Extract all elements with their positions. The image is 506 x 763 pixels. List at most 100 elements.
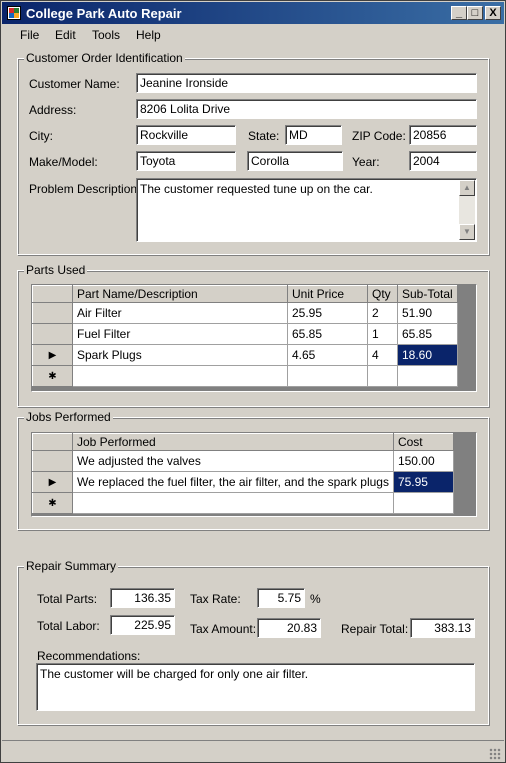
new-row-asterisk-icon[interactable]: ✱ xyxy=(32,492,73,514)
customer-group-legend: Customer Order Identification xyxy=(24,51,185,65)
total-labor-field[interactable]: 225.95 xyxy=(110,615,175,635)
close-button[interactable]: X xyxy=(485,6,501,20)
row-header[interactable] xyxy=(32,302,73,324)
state-label: State: xyxy=(248,129,280,143)
address-field[interactable]: 8206 Lolita Drive xyxy=(136,99,477,119)
empty-cell[interactable] xyxy=(392,492,454,514)
recommendations-field[interactable]: The customer will be charged for only on… xyxy=(36,663,475,711)
year-label: Year: xyxy=(352,155,380,169)
job-cell[interactable]: We adjusted the valves xyxy=(72,450,394,472)
zip-field[interactable]: 20856 xyxy=(409,125,477,145)
title-bar[interactable]: College Park Auto Repair _ □ X xyxy=(2,2,504,24)
table-row[interactable]: ▶ Spark Plugs 4.65 4 18.60 xyxy=(32,344,458,366)
parts-col-qty[interactable]: Qty xyxy=(367,285,398,303)
problem-scrollbar[interactable]: ▲ ▼ xyxy=(459,180,475,240)
jobs-col-job[interactable]: Job Performed xyxy=(72,433,394,451)
unit-price-cell[interactable]: 25.95 xyxy=(287,302,368,324)
table-row[interactable]: ▶ We replaced the fuel filter, the air f… xyxy=(32,471,454,493)
app-icon[interactable] xyxy=(7,6,21,20)
row-header[interactable] xyxy=(32,450,73,472)
subtotal-cell-selected[interactable]: 18.60 xyxy=(397,344,458,366)
menu-tools[interactable]: Tools xyxy=(92,28,120,42)
customer-name-field[interactable]: Jeanine Ironside xyxy=(136,73,477,93)
part-name-cell[interactable]: Air Filter xyxy=(72,302,288,324)
status-bar xyxy=(2,740,504,763)
parts-grid[interactable]: Part Name/Description Unit Price Qty Sub… xyxy=(31,284,477,392)
current-row-arrow-icon[interactable]: ▶ xyxy=(32,471,73,493)
parts-col-subtotal[interactable]: Sub-Total xyxy=(397,285,458,303)
qty-cell[interactable]: 1 xyxy=(367,323,398,345)
parts-col-price[interactable]: Unit Price xyxy=(287,285,368,303)
make-field[interactable]: Toyota xyxy=(136,151,236,171)
qty-cell[interactable]: 2 xyxy=(367,302,398,324)
menu-bar: File Edit Tools Help xyxy=(2,25,504,45)
city-label: City: xyxy=(29,129,53,143)
empty-cell[interactable] xyxy=(72,492,394,514)
unit-price-cell[interactable]: 65.85 xyxy=(287,323,368,345)
recommendations-label: Recommendations: xyxy=(37,649,141,663)
total-labor-label: Total Labor: xyxy=(37,619,100,633)
main-window: College Park Auto Repair _ □ X File Edit… xyxy=(0,0,506,763)
current-row-arrow-icon[interactable]: ▶ xyxy=(32,344,73,366)
city-field[interactable]: Rockville xyxy=(136,125,236,145)
minimize-button[interactable]: _ xyxy=(451,6,467,20)
table-row[interactable]: We adjusted the valves 150.00 xyxy=(32,450,454,472)
repair-summary-legend: Repair Summary xyxy=(24,559,119,573)
qty-cell[interactable]: 4 xyxy=(367,344,398,366)
table-row[interactable]: Fuel Filter 65.85 1 65.85 xyxy=(32,323,458,345)
empty-cell[interactable] xyxy=(287,365,368,387)
parts-header-row: Part Name/Description Unit Price Qty Sub… xyxy=(32,285,458,303)
percent-label: % xyxy=(310,592,321,606)
jobs-col-cost[interactable]: Cost xyxy=(392,433,454,451)
menu-help[interactable]: Help xyxy=(136,28,161,42)
total-parts-field[interactable]: 136.35 xyxy=(110,588,175,608)
tax-amount-label: Tax Amount: xyxy=(190,622,257,636)
state-field[interactable]: MD xyxy=(285,125,342,145)
zip-label: ZIP Code: xyxy=(352,129,406,143)
menu-file[interactable]: File xyxy=(20,28,39,42)
jobs-corner-header xyxy=(32,433,73,451)
new-row-asterisk-icon[interactable]: ✱ xyxy=(32,365,73,387)
part-name-cell[interactable]: Fuel Filter xyxy=(72,323,288,345)
new-row[interactable]: ✱ xyxy=(32,365,458,387)
problem-description-label: Problem Description: xyxy=(29,182,141,196)
tax-amount-field[interactable]: 20.83 xyxy=(257,618,321,638)
repair-total-label: Repair Total: xyxy=(341,622,409,636)
scroll-down-arrow-icon[interactable]: ▼ xyxy=(459,224,475,240)
jobs-header-row: Job Performed Cost xyxy=(32,433,454,451)
parts-corner-header xyxy=(32,285,73,303)
resize-grip-icon[interactable] xyxy=(489,748,501,760)
tax-rate-label: Tax Rate: xyxy=(190,592,241,606)
tax-rate-field[interactable]: 5.75 xyxy=(257,588,305,608)
menu-edit[interactable]: Edit xyxy=(55,28,76,42)
unit-price-cell[interactable]: 4.65 xyxy=(287,344,368,366)
repair-total-field[interactable]: 383.13 xyxy=(410,618,475,638)
empty-cell[interactable] xyxy=(72,365,288,387)
total-parts-label: Total Parts: xyxy=(37,592,98,606)
subtotal-cell[interactable]: 51.90 xyxy=(397,302,458,324)
problem-description-text: The customer requested tune up on the ca… xyxy=(140,182,373,196)
model-field[interactable]: Corolla xyxy=(247,151,343,171)
parts-col-name[interactable]: Part Name/Description xyxy=(72,285,288,303)
empty-cell[interactable] xyxy=(397,365,458,387)
problem-description-field[interactable]: The customer requested tune up on the ca… xyxy=(136,178,477,242)
row-header[interactable] xyxy=(32,323,73,345)
table-row[interactable]: Air Filter 25.95 2 51.90 xyxy=(32,302,458,324)
jobs-grid[interactable]: Job Performed Cost We adjusted the valve… xyxy=(31,432,477,517)
cost-cell[interactable]: 150.00 xyxy=(392,450,454,472)
parts-group-legend: Parts Used xyxy=(24,263,88,277)
customer-name-label: Customer Name: xyxy=(29,77,120,91)
window-title: College Park Auto Repair xyxy=(26,6,182,21)
job-cell[interactable]: We replaced the fuel filter, the air fil… xyxy=(72,471,394,493)
empty-cell[interactable] xyxy=(367,365,398,387)
new-row[interactable]: ✱ xyxy=(32,492,454,514)
maximize-button[interactable]: □ xyxy=(467,6,483,20)
subtotal-cell[interactable]: 65.85 xyxy=(397,323,458,345)
cost-cell-selected[interactable]: 75.95 xyxy=(392,471,454,493)
make-model-label: Make/Model: xyxy=(29,155,98,169)
scroll-up-arrow-icon[interactable]: ▲ xyxy=(459,180,475,196)
address-label: Address: xyxy=(29,103,77,117)
year-field[interactable]: 2004 xyxy=(409,151,477,171)
jobs-group-legend: Jobs Performed xyxy=(24,410,113,424)
part-name-cell[interactable]: Spark Plugs xyxy=(72,344,288,366)
